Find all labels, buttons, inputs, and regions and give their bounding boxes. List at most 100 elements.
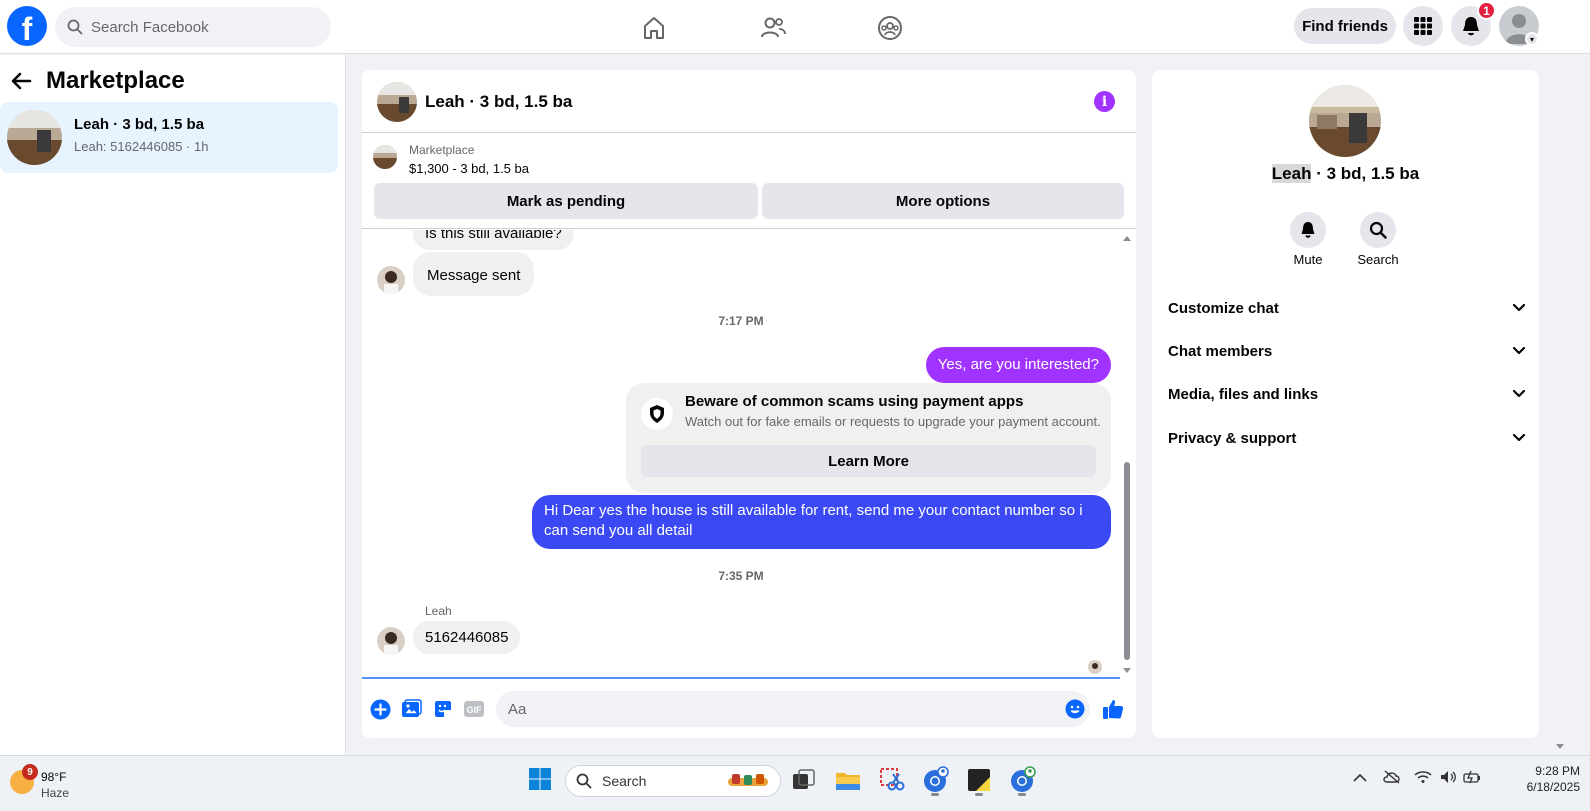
wifi-icon[interactable] xyxy=(1414,770,1432,787)
taskbar-search[interactable]: Search xyxy=(565,765,781,797)
running-indicator xyxy=(1018,793,1026,796)
message-bubble-outgoing[interactable]: Yes, are you interested? xyxy=(925,347,1111,383)
listing-source-label: Marketplace xyxy=(409,143,475,157)
mute-action[interactable]: Mute xyxy=(1278,212,1338,267)
message-bubble-incoming[interactable]: 5162446085 xyxy=(413,621,521,654)
media-files-links-row[interactable]: Media, files and links xyxy=(1168,374,1525,414)
friends-icon[interactable] xyxy=(755,10,791,46)
photo-icon[interactable] xyxy=(400,698,422,720)
task-view-icon[interactable] xyxy=(790,766,818,794)
contact-avatar[interactable] xyxy=(377,627,405,655)
sticker-icon[interactable] xyxy=(432,698,454,720)
search-icon[interactable] xyxy=(1360,212,1396,248)
chat-details-panel: Leah · 3 bd, 1.5 ba Mute Search Customiz… xyxy=(1152,70,1539,738)
svg-text:GIF: GIF xyxy=(467,705,483,715)
scroll-up-icon[interactable] xyxy=(1122,234,1132,242)
message-input-box[interactable] xyxy=(496,691,1090,727)
listing-thumbnail[interactable] xyxy=(377,82,417,122)
shield-icon xyxy=(641,398,673,430)
onedrive-offline-icon[interactable] xyxy=(1382,770,1402,787)
message-bubble-outgoing[interactable]: Hi Dear yes the house is still available… xyxy=(532,495,1111,549)
chat-header-title[interactable]: Leah · 3 bd, 1.5 ba xyxy=(425,92,572,112)
learn-more-button[interactable]: Learn More xyxy=(641,445,1096,477)
more-options-button[interactable]: More options xyxy=(762,183,1124,219)
volume-icon[interactable] xyxy=(1439,770,1457,787)
conversation-item[interactable]: Leah · 3 bd, 1.5 ba Leah: 5162446085 · 1… xyxy=(0,102,338,173)
row-label: Customize chat xyxy=(1168,299,1279,317)
running-indicator xyxy=(975,793,983,796)
scam-warning-card: Beware of common scams using payment app… xyxy=(626,383,1111,493)
sidebar-title: Marketplace xyxy=(46,67,185,94)
facebook-logo[interactable]: f xyxy=(7,6,47,46)
chevron-up-icon[interactable] xyxy=(1353,770,1367,786)
plus-icon[interactable] xyxy=(369,698,391,720)
scrollbar-thumb[interactable] xyxy=(1124,462,1130,660)
message-bubble-incoming[interactable]: Message sent xyxy=(413,252,535,296)
chat-details-title: Leah · 3 bd, 1.5 ba xyxy=(1152,164,1539,184)
taskbar-search-label: Search xyxy=(602,773,647,789)
info-icon[interactable]: i xyxy=(1094,91,1115,112)
chrome-profile-icon[interactable] xyxy=(921,766,949,794)
marketplace-listing-bar: Marketplace $1,300 - 3 bd, 1.5 ba Mark a… xyxy=(362,134,1136,229)
top-navigation-bar: f Find friends 1 ▾ xyxy=(0,0,1590,54)
conversation-preview: Leah: 5162446085 · 1h xyxy=(74,139,209,154)
row-label: Privacy & support xyxy=(1168,429,1297,447)
running-indicator xyxy=(931,793,939,796)
windows-taskbar: 9 98°F Haze Search 9:28 PM 6/18/2025 xyxy=(0,755,1590,811)
message-timestamp: 7:17 PM xyxy=(718,314,764,328)
listing-photo-large[interactable] xyxy=(1309,85,1381,157)
name-rest: · 3 bd, 1.5 ba xyxy=(1311,164,1420,183)
chrome-profile-icon[interactable] xyxy=(1008,766,1036,794)
mute-label: Mute xyxy=(1293,252,1323,267)
marketplace-sidebar: Marketplace Leah · 3 bd, 1.5 ba Leah: 51… xyxy=(0,55,346,755)
file-explorer-icon[interactable] xyxy=(834,766,862,794)
privacy-support-row[interactable]: Privacy & support xyxy=(1168,418,1525,458)
thumbs-up-icon[interactable] xyxy=(1102,698,1124,720)
chevron-down-icon[interactable]: ▾ xyxy=(1525,32,1539,46)
gif-icon[interactable]: GIF xyxy=(463,698,485,720)
search-highlight-icon xyxy=(728,774,768,786)
snipping-tool-icon[interactable] xyxy=(878,766,906,794)
chat-header: Leah · 3 bd, 1.5 ba i xyxy=(362,70,1136,133)
scam-warning-title: Beware of common scams using payment app… xyxy=(685,393,1024,410)
windows-start-icon[interactable] xyxy=(528,767,556,795)
chat-members-row[interactable]: Chat members xyxy=(1168,331,1525,371)
sender-name: Leah xyxy=(425,604,452,618)
customize-chat-row[interactable]: Customize chat xyxy=(1168,288,1525,328)
row-label: Media, files and links xyxy=(1168,385,1319,403)
name-highlighted: Leah xyxy=(1271,164,1312,183)
contact-avatar[interactable] xyxy=(377,266,405,294)
message-timestamp: 7:35 PM xyxy=(718,569,764,583)
emoji-icon[interactable] xyxy=(1064,698,1086,720)
listing-thumbnail xyxy=(7,110,62,165)
weather-condition: Haze xyxy=(41,786,70,800)
bell-icon[interactable] xyxy=(1290,212,1326,248)
search-icon xyxy=(576,773,592,789)
chevron-down-icon xyxy=(1513,347,1525,355)
back-arrow-icon[interactable] xyxy=(10,71,32,91)
weather-temperature: 98°F xyxy=(41,770,67,784)
find-friends-button[interactable]: Find friends xyxy=(1294,8,1396,44)
menu-grid-icon[interactable] xyxy=(1403,6,1443,46)
message-scrollbar[interactable] xyxy=(1122,230,1132,678)
page-scrollbar[interactable] xyxy=(1553,55,1567,755)
search-input[interactable] xyxy=(91,18,311,36)
sticky-notes-icon[interactable] xyxy=(965,766,993,794)
mark-as-pending-button[interactable]: Mark as pending xyxy=(374,183,758,219)
clock-time: 9:28 PM xyxy=(1535,764,1580,778)
message-bubble-incoming[interactable]: Is this still available? xyxy=(413,230,574,250)
search-in-chat-action[interactable]: Search xyxy=(1348,212,1408,267)
chat-window: Leah · 3 bd, 1.5 ba i Marketplace $1,300… xyxy=(362,70,1136,738)
message-list[interactable]: Is this still available? Message sent 7:… xyxy=(362,230,1136,678)
listing-price[interactable]: $1,300 - 3 bd, 1.5 ba xyxy=(409,161,529,176)
search-icon xyxy=(67,19,83,35)
home-icon[interactable] xyxy=(636,10,672,46)
notification-count-badge: 1 xyxy=(1477,1,1496,20)
scroll-down-icon[interactable] xyxy=(1555,743,1565,751)
chevron-down-icon xyxy=(1513,434,1525,442)
scroll-down-icon[interactable] xyxy=(1122,667,1132,675)
groups-icon[interactable] xyxy=(872,10,908,46)
search-facebook-box[interactable] xyxy=(55,7,331,47)
system-clock[interactable]: 9:28 PM 6/18/2025 xyxy=(1480,763,1580,795)
message-input[interactable] xyxy=(508,700,1048,718)
